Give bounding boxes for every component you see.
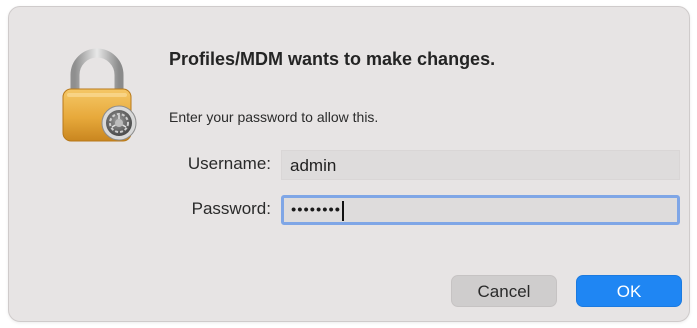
cancel-button[interactable]: Cancel	[451, 275, 557, 307]
lock-icon	[62, 48, 137, 142]
dialog-title: Profiles/MDM wants to make changes.	[169, 49, 496, 69]
ok-button[interactable]: OK	[576, 275, 682, 307]
system-preferences-gear-icon	[101, 105, 137, 141]
text-caret	[342, 200, 345, 221]
username-label: Username:	[187, 154, 271, 173]
password-label: Password:	[191, 199, 271, 218]
password-mask: ••••••••	[291, 201, 342, 219]
authentication-dialog: Profiles/MDM wants to make changes. Ente…	[8, 6, 690, 322]
username-value: admin	[290, 156, 337, 175]
password-field[interactable]: ••••••••	[281, 195, 680, 225]
dialog-message: Enter your password to allow this.	[169, 109, 379, 125]
username-field[interactable]: admin	[281, 150, 680, 180]
